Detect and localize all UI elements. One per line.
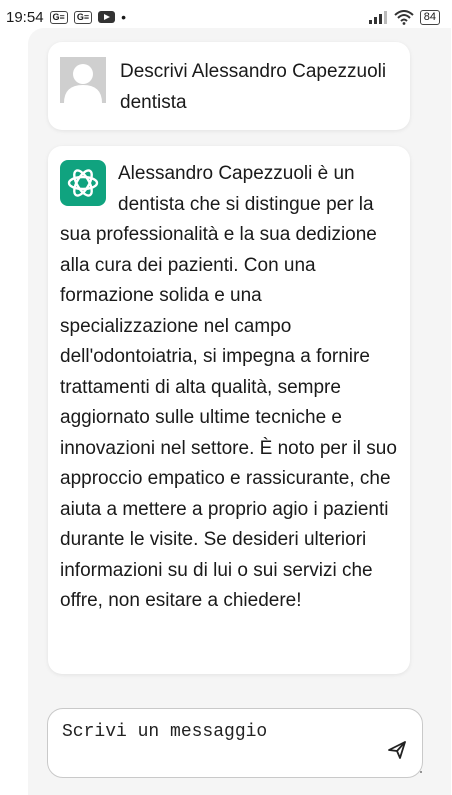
message-composer [47,708,423,778]
status-bar-right: 84 [368,9,446,25]
signal-icon [368,10,388,24]
wifi-icon [394,9,414,25]
more-notifications-dot: • [121,9,126,25]
send-icon [388,741,406,759]
status-time: 19:54 [6,8,44,26]
user-message-card: Descrivi Alessandro Capezzuoli dentista [48,42,410,130]
avatar-spacer [60,159,118,215]
assistant-message-text: Alessandro Capezzuoli è un dentista che … [60,163,397,611]
assistant-message-body: Alessandro Capezzuoli è un dentista che … [48,159,410,617]
user-message-text: Descrivi Alessandro Capezzuoli dentista [120,61,387,113]
message-input[interactable] [62,717,362,747]
notification-icon: G≡ [73,10,93,24]
youtube-icon [98,11,116,23]
assistant-message-card: Alessandro Capezzuoli è un dentista che … [48,146,410,674]
notification-icon: G≡ [49,10,68,24]
send-button[interactable] [386,739,408,761]
status-bar-left: 19:54 G≡ G≡ • [6,9,126,26]
resize-dot [420,771,422,773]
battery-icon: 84 [419,9,440,25]
user-avatar-icon [60,57,106,103]
